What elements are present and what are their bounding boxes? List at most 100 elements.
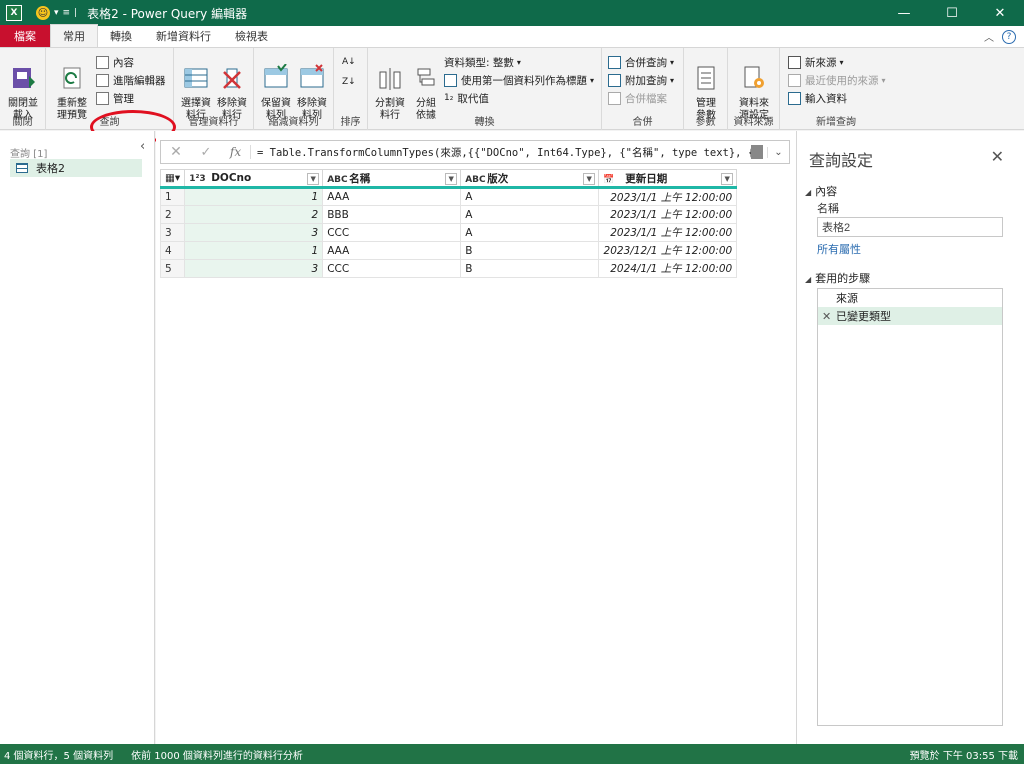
quick-access-icon[interactable]: ≡ [63,8,71,18]
keep-rows-icon [264,63,288,88]
column-header-name[interactable]: ABC 名稱 ▼ [322,169,462,189]
check-icon[interactable]: ✓ [191,145,221,160]
column-header-updated-date[interactable]: 📅 更新日期 ▼ [598,169,738,189]
remove-columns-icon [223,68,241,89]
close-button[interactable]: ✕ [976,0,1024,26]
choose-columns-button[interactable]: 選擇資 料行 [176,52,216,122]
group-manage-columns: 選擇資 料行 移除資 料行 管理資料行 [174,48,254,130]
minimize-button[interactable]: — [880,0,928,26]
fx-icon[interactable]: fx [221,145,251,159]
filter-dropdown-icon[interactable]: ▼ [583,173,596,185]
number-type-icon[interactable]: 1²3 [189,174,211,184]
new-source-button[interactable]: 新來源 ▾ [788,54,844,70]
column-header-docno[interactable]: 1²3 DOCno ▼ [184,169,324,189]
query-item[interactable]: 表格2 [10,159,142,177]
smiley-icon[interactable]: ☺ [36,6,50,20]
filter-dropdown-icon[interactable]: ▼ [721,173,734,185]
filter-dropdown-icon[interactable]: ▼ [307,173,320,185]
chevron-down-icon: ▾ [670,75,675,85]
data-type-dropdown[interactable]: 資料類型: 整數 ▾ [444,54,521,70]
chevron-down-icon: ▾ [516,57,521,67]
group-by-button[interactable]: 分組 依據 [406,52,446,122]
text-type-icon[interactable]: ABC [465,175,487,185]
table-row[interactable]: 2 2 BBB A 2023/1/1 上午 12:00:00 [159,205,738,224]
keep-rows-button[interactable]: 保留資 料列 [256,52,296,122]
enter-data-button[interactable]: 輸入資料 [788,90,847,106]
append-icon [608,73,621,87]
table-menu-icon[interactable]: ▦▾ [159,169,186,189]
data-source-settings-icon [744,66,764,88]
data-grid: ▦▾ 1²3 DOCno ▼ ABC 名稱 ▼ ABC 版次 ▼ 📅 更新日期 ▼ 1 1 AA… [159,169,738,278]
help-icon[interactable]: ? [1002,30,1016,44]
recent-sources-button[interactable]: 最近使用的來源 ▾ [788,72,886,88]
remove-rows-button[interactable]: 移除資 料列 [292,52,332,122]
close-icon[interactable]: ✕ [991,147,1004,166]
split-column-button[interactable]: 分割資 料行 [370,52,410,122]
datetime-type-icon[interactable]: 📅 [603,175,625,185]
text-type-icon[interactable]: ABC [327,175,349,185]
remove-rows-icon [300,64,324,88]
refresh-preview-button[interactable]: 重新整 理預覽 [52,52,92,122]
delete-step-icon[interactable]: ✕ [822,310,836,323]
close-and-load-button[interactable]: 關閉並 載入 [3,52,43,122]
chevron-down-icon[interactable]: ▾ [54,8,59,18]
group-by-icon [417,68,435,86]
tab-add-column[interactable]: 新增資料行 [144,25,223,47]
table-row[interactable]: 5 3 CCC B 2024/1/1 上午 12:00:00 [159,259,738,278]
tab-transform[interactable]: 轉換 [98,25,144,47]
step-changed-type[interactable]: ✕ 已變更類型 [818,307,1002,325]
manage-parameters-button[interactable]: 管理 參數 [686,52,726,122]
query-name-input[interactable] [817,217,1003,237]
sort-descending-button[interactable]: Z↓ [342,74,356,90]
step-source[interactable]: 來源 [818,289,1002,307]
merge-queries-button[interactable]: 合併查詢 ▾ [608,54,674,70]
title-bar: X ☺ ▾ ≡ | 表格2 - Power Query 編輯器 — ☐ ✕ [0,0,1024,26]
data-source-settings-button[interactable]: 資料來 源設定 [734,52,774,122]
sort-descending-icon: Z↓ [342,77,356,87]
expand-formula-icon[interactable]: ⌄ [767,146,789,158]
filter-dropdown-icon[interactable]: ▼ [445,173,458,185]
group-close: 關閉並 載入 關閉 [0,48,46,130]
all-properties-link[interactable]: 所有屬性 [817,241,861,257]
chevron-down-icon: ▾ [881,75,886,85]
remove-columns-button[interactable]: 移除資 料行 [212,52,252,122]
replace-values-button[interactable]: 1₂ 取代值 [444,90,489,106]
enter-data-icon [788,91,801,105]
triangle-icon: ◢ [805,275,812,284]
formula-bar: ✕ ✓ fx = Table.TransformColumnTypes(來源,{… [160,140,790,164]
properties-section[interactable]: ◢ 內容 [805,183,837,199]
ribbon: 關閉並 載入 關閉 重新整 理預覽 內容 進階編輯器 管理 查詢 選擇資 料行 … [0,48,1024,144]
tab-home[interactable]: 常用 [50,24,98,47]
advanced-editor-button[interactable]: 進階編輯器 [96,72,166,88]
name-label: 名稱 [817,202,839,215]
table-row[interactable]: 4 1 AAA B 2023/12/1 上午 12:00:00 [159,241,738,260]
profiling-scope[interactable]: 依前 1000 個資料列進行的資料行分析 [131,747,303,762]
column-header-version[interactable]: ABC 版次 ▼ [460,169,600,189]
window-title: 表格2 - Power Query 編輯器 [87,6,248,21]
manage-icon [96,91,109,105]
group-reduce-rows: 保留資 料列 移除資 料列 縮減資料列 [254,48,334,130]
manage-button[interactable]: 管理 [96,90,134,106]
use-first-row-headers-button[interactable]: 使用第一個資料列作為標題 ▾ [444,72,594,88]
maximize-button[interactable]: ☐ [928,0,976,26]
collapse-ribbon-icon[interactable]: ︿ [984,29,994,44]
group-data-source: 資料來 源設定 資料來源 [728,48,780,130]
tab-view[interactable]: 檢視表 [223,25,280,47]
table-row[interactable]: 3 3 CCC A 2023/1/1 上午 12:00:00 [159,223,738,242]
applied-steps-section[interactable]: ◢ 套用的步驟 [805,270,870,286]
combine-files-button[interactable]: 合併檔案 [608,90,667,106]
append-queries-button[interactable]: 附加查詢 ▾ [608,72,674,88]
cancel-icon[interactable]: ✕ [161,144,191,160]
close-load-icon [13,68,35,88]
group-transform: 分割資 料行 分組 依據 資料類型: 整數 ▾ 使用第一個資料列作為標題 ▾ 1₂ 取… [368,48,602,130]
group-new-query: 新來源 ▾ 最近使用的來源 ▾ 輸入資料 新增查詢 [780,48,892,130]
formula-input[interactable]: = Table.TransformColumnTypes(來源,{{"DOCno… [251,145,751,160]
collapse-pane-icon[interactable]: ‹ [140,139,145,154]
properties-button[interactable]: 內容 [96,54,134,70]
table-row[interactable]: 1 1 AAA A 2023/1/1 上午 12:00:00 [159,187,738,206]
separator-icon: | [74,8,78,18]
applied-steps-list: 來源 ✕ 已變更類型 [817,288,1003,726]
queries-pane: 查詢 [1] ‹ 表格2 [0,131,155,744]
tab-file[interactable]: 檔案 [0,25,50,47]
sort-ascending-button[interactable]: A↓ [342,54,356,70]
